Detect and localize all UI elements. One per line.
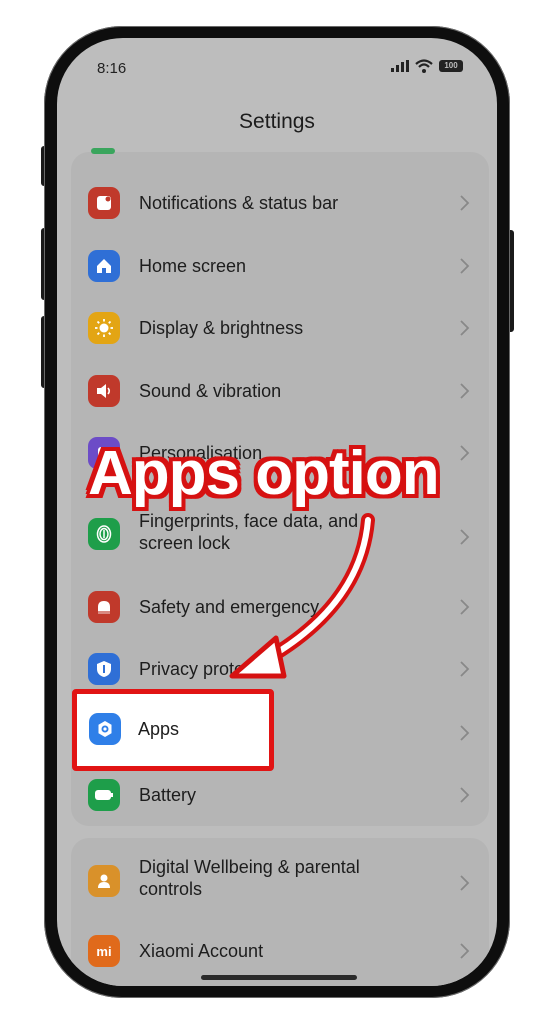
chevron-right-icon [460,529,470,545]
speaker-icon [88,375,120,407]
chevron-right-icon [460,383,470,399]
signal-icon [391,60,409,72]
settings-item-label: Xiaomi Account [139,941,264,961]
chevron-right-icon [460,195,470,211]
shield-icon [88,653,120,685]
annotation-label: Apps option [88,439,440,508]
wellbeing-icon [88,865,120,897]
settings-item-label: Display & brightness [139,318,304,338]
apps-gear-icon [89,713,121,745]
settings-item-privacy[interactable]: Privacy protection [71,648,489,690]
chevron-right-icon [460,320,470,336]
settings-item-label: Sound & vibration [139,381,282,401]
home-icon [88,250,120,282]
settings-item-fingerprints[interactable]: Fingerprints, face data, and screen lock [71,510,489,564]
sun-icon [88,312,120,344]
battery-icon [88,779,120,811]
chevron-right-icon [460,258,470,274]
partial-icon-top [91,148,115,154]
home-indicator[interactable] [201,975,357,980]
settings-item-battery[interactable]: Battery [71,774,489,816]
settings-item-label: Battery [139,785,197,805]
settings-item-home-screen[interactable]: Home screen [71,245,489,287]
settings-item-label: Safety and emergency [139,597,320,617]
chevron-right-icon [460,445,470,461]
fingerprint-icon [88,518,120,550]
settings-item-notifications[interactable]: Notifications & status bar [71,182,489,224]
chevron-right-icon [460,661,470,677]
status-icons: 100 [391,59,463,73]
settings-item-sound[interactable]: Sound & vibration [71,370,489,412]
xiaomi-icon: mi [88,935,120,967]
apps-highlight-box[interactable]: Apps [72,689,274,771]
chevron-right-icon [460,599,470,615]
settings-card-secondary: Digital Wellbeing & parental controls mi… [71,838,489,986]
status-bar: 8:16 100 [57,38,497,94]
notification-icon [88,187,120,219]
wifi-icon [415,59,433,73]
settings-item-label: Privacy protection [139,659,283,679]
chevron-right-icon [460,875,470,891]
status-time: 8:16 [97,60,127,77]
emergency-icon [88,591,120,623]
settings-item-safety[interactable]: Safety and emergency [71,586,489,628]
page-title: Settings [239,110,315,133]
battery-indicator: 100 [439,60,463,72]
apps-item-label: Apps [138,719,180,739]
phone-screen: 8:16 100 Settings Notifications & status… [57,38,497,986]
settings-item-digital-wellbeing[interactable]: Digital Wellbeing & parental controls [71,856,489,910]
chevron-right-icon [460,725,470,741]
settings-item-label: Digital Wellbeing & parental controls [139,857,360,899]
chevron-right-icon [460,943,470,959]
settings-item-label: Home screen [139,256,247,276]
settings-item-display[interactable]: Display & brightness [71,307,489,349]
settings-item-label: Fingerprints, face data, and screen lock [139,511,359,553]
chevron-right-icon [460,787,470,803]
settings-item-xiaomi-account[interactable]: mi Xiaomi Account [71,930,489,972]
settings-item-label: Notifications & status bar [139,193,339,213]
